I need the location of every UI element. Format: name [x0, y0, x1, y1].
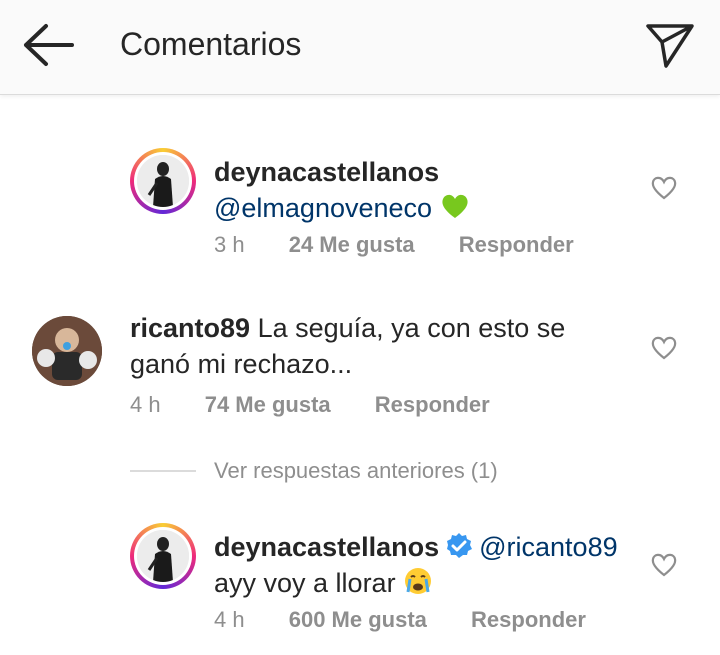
view-previous-replies-button[interactable]: Ver respuestas anteriores (1) [214, 458, 498, 484]
replies-divider [130, 470, 196, 472]
likes-count[interactable]: 600 Me gusta [289, 607, 427, 632]
comment-meta: 4 h 74 Me gusta Responder [130, 392, 528, 418]
comment-time: 4 h [130, 392, 161, 417]
avatar[interactable] [130, 523, 196, 589]
comment-body: ricanto89 La seguía, ya con esto se ganó… [130, 310, 565, 382]
crying-face-emoji-icon [405, 568, 432, 594]
green-heart-emoji-icon [441, 194, 468, 218]
reply-button[interactable]: Responder [459, 232, 574, 257]
comment-time: 3 h [214, 232, 245, 257]
comment-username[interactable]: ricanto89 [130, 313, 250, 343]
comment-text-continued: ganó mi rechazo... [130, 349, 353, 379]
avatar[interactable] [32, 316, 102, 386]
comment-body: deynacastellanos @ricanto89 ayy voy a ll… [214, 529, 618, 601]
comment-meta: 3 h 24 Me gusta Responder [214, 232, 612, 258]
likes-count[interactable]: 74 Me gusta [205, 392, 331, 417]
verified-badge-icon [447, 533, 473, 558]
profile-photo-icon [137, 155, 189, 207]
comment-body: deynacastellanos @elmagnoveneco [214, 154, 470, 226]
mention-link[interactable]: @ricanto89 [479, 532, 617, 562]
profile-photo-icon [137, 530, 189, 582]
like-heart-icon[interactable] [650, 551, 678, 577]
comment-text: ayy voy a llorar [214, 568, 396, 598]
profile-photo-icon [32, 316, 102, 386]
top-bar: Comentarios [0, 0, 720, 95]
mention-link[interactable]: @elmagnoveneco [214, 193, 432, 223]
like-heart-icon[interactable] [650, 334, 678, 360]
comment-item: ricanto89 La seguía, ya con esto se ganó… [0, 300, 720, 430]
comment-meta: 4 h 600 Me gusta Responder [214, 607, 624, 633]
like-heart-icon[interactable] [650, 174, 678, 200]
reply-button[interactable]: Responder [471, 607, 586, 632]
avatar[interactable] [130, 148, 196, 214]
likes-count[interactable]: 24 Me gusta [289, 232, 415, 257]
comment-username[interactable]: deynacastellanos [214, 532, 439, 562]
comment-username[interactable]: deynacastellanos [214, 157, 439, 187]
reply-item: deynacastellanos @ricanto89 ayy voy a ll… [0, 515, 720, 655]
reply-button[interactable]: Responder [375, 392, 490, 417]
page-title: Comentarios [120, 26, 302, 62]
comment-time: 4 h [214, 607, 245, 632]
comment-text: La seguía, ya con esto se [257, 313, 566, 343]
direct-message-icon[interactable] [644, 20, 696, 70]
comment-item: deynacastellanos @elmagnoveneco 3 h 24 M… [0, 140, 720, 280]
back-arrow-icon[interactable] [20, 22, 76, 68]
